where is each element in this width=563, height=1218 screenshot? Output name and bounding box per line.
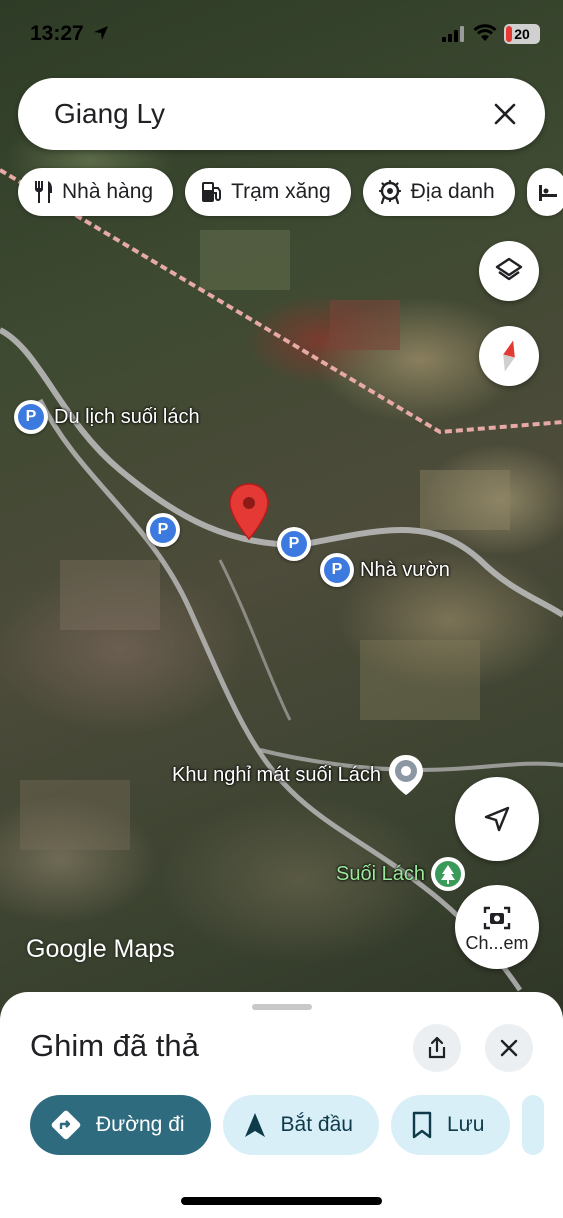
more-actions-button[interactable] (522, 1095, 545, 1155)
directions-button[interactable]: Đường đi (30, 1095, 211, 1155)
poi-parking-2[interactable]: P (277, 527, 311, 561)
my-location-button[interactable] (455, 777, 539, 861)
poi-label: Du lịch suối lách (54, 405, 200, 428)
poi-suoi-lach[interactable]: Suối Lách (336, 857, 465, 891)
chip-more[interactable] (526, 168, 563, 216)
parking-icon: P (277, 527, 311, 561)
status-time: 13:27 (30, 22, 84, 45)
parking-icon: P (320, 553, 354, 587)
hotel-icon (538, 185, 557, 201)
category-chips: Nhà hàng Trạm xăng Địa danh (18, 168, 563, 216)
chip-landmarks[interactable]: Địa danh (362, 168, 515, 216)
chip-label: Trạm xăng (231, 180, 331, 203)
location-arrow-icon (94, 26, 108, 40)
save-label: Lưu (446, 1113, 485, 1136)
sheet-drag-handle[interactable] (252, 1004, 312, 1010)
parking-icon: P (14, 400, 48, 434)
close-icon (500, 1039, 518, 1057)
navigation-start-icon (244, 1113, 265, 1137)
map-roads (0, 168, 563, 992)
chip-label: Nhà hàng (62, 180, 154, 203)
chip-gas-stations[interactable]: Trạm xăng (185, 168, 351, 216)
poi-label: Suối Lách (336, 862, 425, 885)
share-icon (428, 1036, 446, 1059)
save-button[interactable]: Lưu (390, 1095, 511, 1155)
layers-button[interactable] (479, 241, 539, 301)
chip-restaurants[interactable]: Nhà hàng (18, 168, 174, 216)
layers-icon (495, 257, 523, 281)
gas-station-icon (202, 182, 222, 202)
directions-label: Đường đi (96, 1113, 185, 1136)
directions-icon (51, 1110, 81, 1140)
parking-icon: P (146, 513, 180, 547)
status-bar: 13:27 20 (0, 0, 563, 60)
cellular-signal-icon (442, 26, 464, 42)
street-view-button[interactable]: Ch...em (455, 885, 539, 969)
poi-parking-1[interactable]: P (146, 513, 180, 547)
sheet-title: Ghim đã thả (30, 1028, 199, 1063)
wifi-icon (473, 24, 497, 41)
street-view-label: Ch...em (465, 932, 529, 953)
camera-view-icon (483, 906, 511, 929)
close-icon (494, 103, 516, 125)
clear-search-button[interactable] (485, 94, 525, 134)
home-indicator[interactable] (181, 1197, 382, 1205)
satellite-map[interactable]: P Du lịch suối lách P P P Nhà vườn Khu n… (0, 0, 563, 1010)
navigation-arrow-icon (484, 806, 510, 832)
park-icon (430, 857, 465, 891)
battery-indicator: 20 (504, 24, 540, 44)
bookmark-icon (412, 1111, 432, 1139)
poi-khu-nghi-mat[interactable]: Khu nghỉ mát suối Lách (172, 753, 425, 797)
restaurant-icon (35, 181, 52, 203)
poi-nha-vuon[interactable]: P Nhà vườn (320, 553, 450, 587)
poi-label: Nhà vườn (360, 558, 450, 581)
landmark-icon (378, 179, 401, 205)
compass-button[interactable] (479, 326, 539, 386)
google-maps-watermark: Google Maps (26, 935, 175, 963)
bottom-sheet[interactable]: Ghim đã thả Đường đi Bắt đầu Lưu (0, 992, 563, 1218)
location-marker-icon (389, 755, 424, 795)
poi-du-lich-suoi-lach[interactable]: P Du lịch suối lách (14, 400, 200, 434)
battery-percent: 20 (514, 26, 530, 42)
close-sheet-button[interactable] (485, 1024, 533, 1072)
action-buttons: Đường đi Bắt đầu Lưu (30, 1095, 545, 1155)
search-query[interactable]: Giang Ly (54, 98, 485, 130)
share-button[interactable] (413, 1024, 461, 1072)
start-label: Bắt đầu (280, 1113, 353, 1136)
dropped-pin-icon[interactable] (228, 483, 270, 541)
poi-label: Khu nghỉ mát suối Lách (172, 763, 382, 786)
compass-icon (503, 340, 515, 372)
search-bar[interactable]: Giang Ly (18, 78, 545, 150)
start-button[interactable]: Bắt đầu (222, 1095, 379, 1155)
battery-level (506, 26, 512, 42)
chip-label: Địa danh (410, 180, 495, 203)
